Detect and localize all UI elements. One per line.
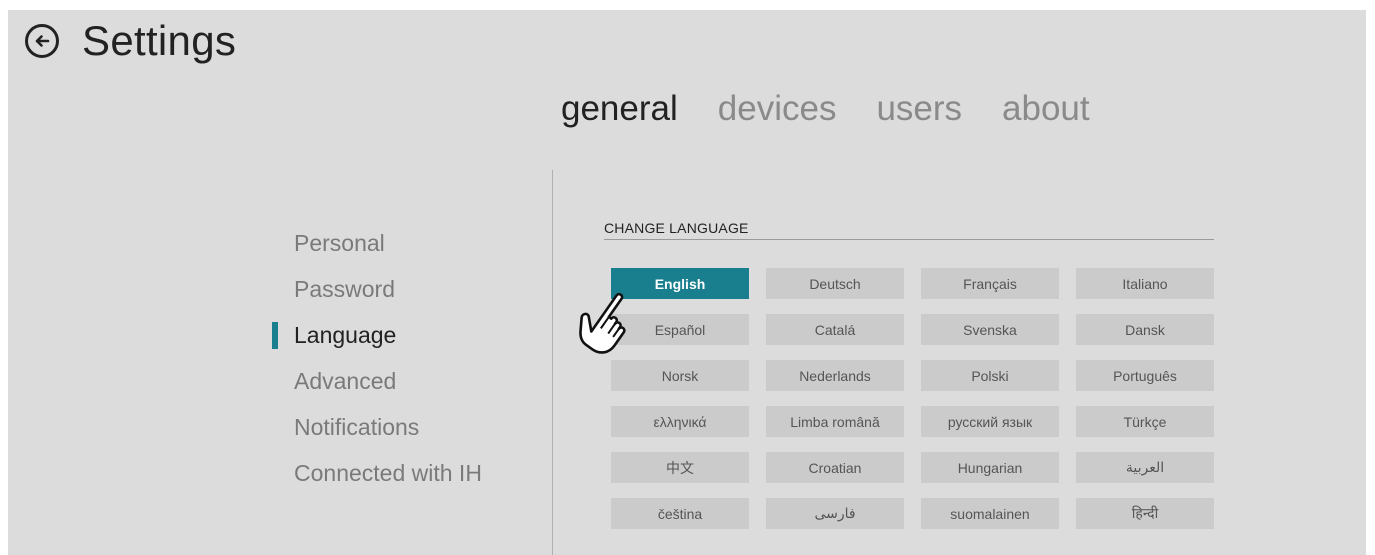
back-arrow-circle-icon[interactable] <box>25 24 59 58</box>
language-button-svenska[interactable]: Svenska <box>921 314 1059 345</box>
language-button-english[interactable]: English <box>611 268 749 299</box>
sidebar-item-personal[interactable]: Personal <box>272 220 532 266</box>
tab-general[interactable]: general <box>561 86 678 132</box>
active-indicator <box>272 322 278 349</box>
language-button-norsk[interactable]: Norsk <box>611 360 749 391</box>
language-button-dansk[interactable]: Dansk <box>1076 314 1214 345</box>
language-button-deutsch[interactable]: Deutsch <box>766 268 904 299</box>
sidebar-item-password[interactable]: Password <box>272 266 532 312</box>
vertical-divider <box>552 170 553 555</box>
language-button-hungarian[interactable]: Hungarian <box>921 452 1059 483</box>
language-button-romana[interactable]: Limba română <box>766 406 904 437</box>
sidebar-item-advanced[interactable]: Advanced <box>272 358 532 404</box>
language-button-espanol[interactable]: Español <box>611 314 749 345</box>
sidebar-item-notifications[interactable]: Notifications <box>272 404 532 450</box>
language-button-portugues[interactable]: Português <box>1076 360 1214 391</box>
language-button-czech[interactable]: čeština <box>611 498 749 529</box>
language-button-italiano[interactable]: Italiano <box>1076 268 1214 299</box>
sidebar-item-label: Password <box>294 276 395 302</box>
sidebar-item-label: Advanced <box>294 368 397 394</box>
language-button-greek[interactable]: ελληνικά <box>611 406 749 437</box>
page-title: Settings <box>82 17 237 64</box>
language-button-arabic[interactable]: العربية <box>1076 452 1214 483</box>
language-grid: English Deutsch Français Italiano Españo… <box>611 268 1214 529</box>
sidebar-item-label: Language <box>294 322 397 348</box>
sidebar-item-language[interactable]: Language <box>272 312 532 358</box>
top-tabs: general devices users about <box>561 86 1090 132</box>
sidebar-item-label: Personal <box>294 230 385 256</box>
language-button-russian[interactable]: русский язык <box>921 406 1059 437</box>
language-button-nederlands[interactable]: Nederlands <box>766 360 904 391</box>
section-title: CHANGE LANGUAGE <box>604 220 749 236</box>
settings-window: Settings general devices users about Per… <box>8 10 1366 555</box>
language-button-croatian[interactable]: Croatian <box>766 452 904 483</box>
language-button-finnish[interactable]: suomalainen <box>921 498 1059 529</box>
sidebar-item-connected-with-ih[interactable]: Connected with IH <box>272 450 532 496</box>
language-button-chinese[interactable]: 中文 <box>611 452 749 483</box>
section-divider <box>604 239 1214 240</box>
sidebar-item-label: Connected with IH <box>294 460 482 486</box>
language-button-turkce[interactable]: Türkçe <box>1076 406 1214 437</box>
tab-about[interactable]: about <box>1002 86 1090 132</box>
sidebar-item-label: Notifications <box>294 414 420 440</box>
language-button-persian[interactable]: فارسی <box>766 498 904 529</box>
tab-users[interactable]: users <box>876 86 962 132</box>
language-button-catala[interactable]: Catalá <box>766 314 904 345</box>
tab-devices[interactable]: devices <box>718 86 837 132</box>
language-button-hindi[interactable]: हिन्दी <box>1076 498 1214 529</box>
settings-sidebar: Personal Password Language Advanced Noti… <box>272 220 532 496</box>
language-button-polski[interactable]: Polski <box>921 360 1059 391</box>
language-button-francais[interactable]: Français <box>921 268 1059 299</box>
